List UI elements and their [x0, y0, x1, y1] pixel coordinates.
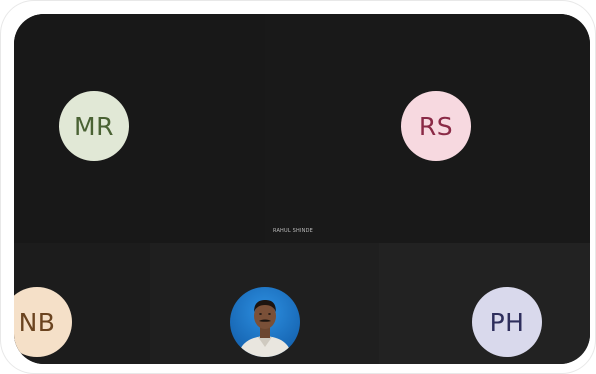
participant-tile-camera[interactable] [150, 243, 379, 364]
participant-initials-rs: RS [418, 111, 454, 141]
meeting-grid: MR RS RAHUL SHINDE NB PH [14, 14, 590, 364]
participant-initials-ph: PH [489, 307, 525, 337]
participant-avatar-ph: PH [472, 287, 542, 357]
speaker-name-label: RAHUL SHINDE [272, 228, 314, 234]
participant-avatar-nb: NB [14, 287, 72, 357]
participant-initials-mr: MR [74, 111, 114, 141]
participant-tile-rs[interactable]: RS [265, 14, 590, 243]
person-photo-svg [230, 287, 300, 357]
participant-tile-mr[interactable]: MR [14, 14, 265, 243]
participant-tile-ph[interactable]: PH [379, 243, 590, 364]
participant-avatar-mr: MR [59, 91, 129, 161]
participant-avatar-rs: RS [401, 91, 471, 161]
participant-initials-nb: NB [18, 307, 56, 337]
device-frame: MR RS RAHUL SHINDE NB PH [0, 0, 596, 374]
participant-tile-nb[interactable]: NB [14, 243, 150, 364]
person-photo-icon [230, 287, 300, 357]
